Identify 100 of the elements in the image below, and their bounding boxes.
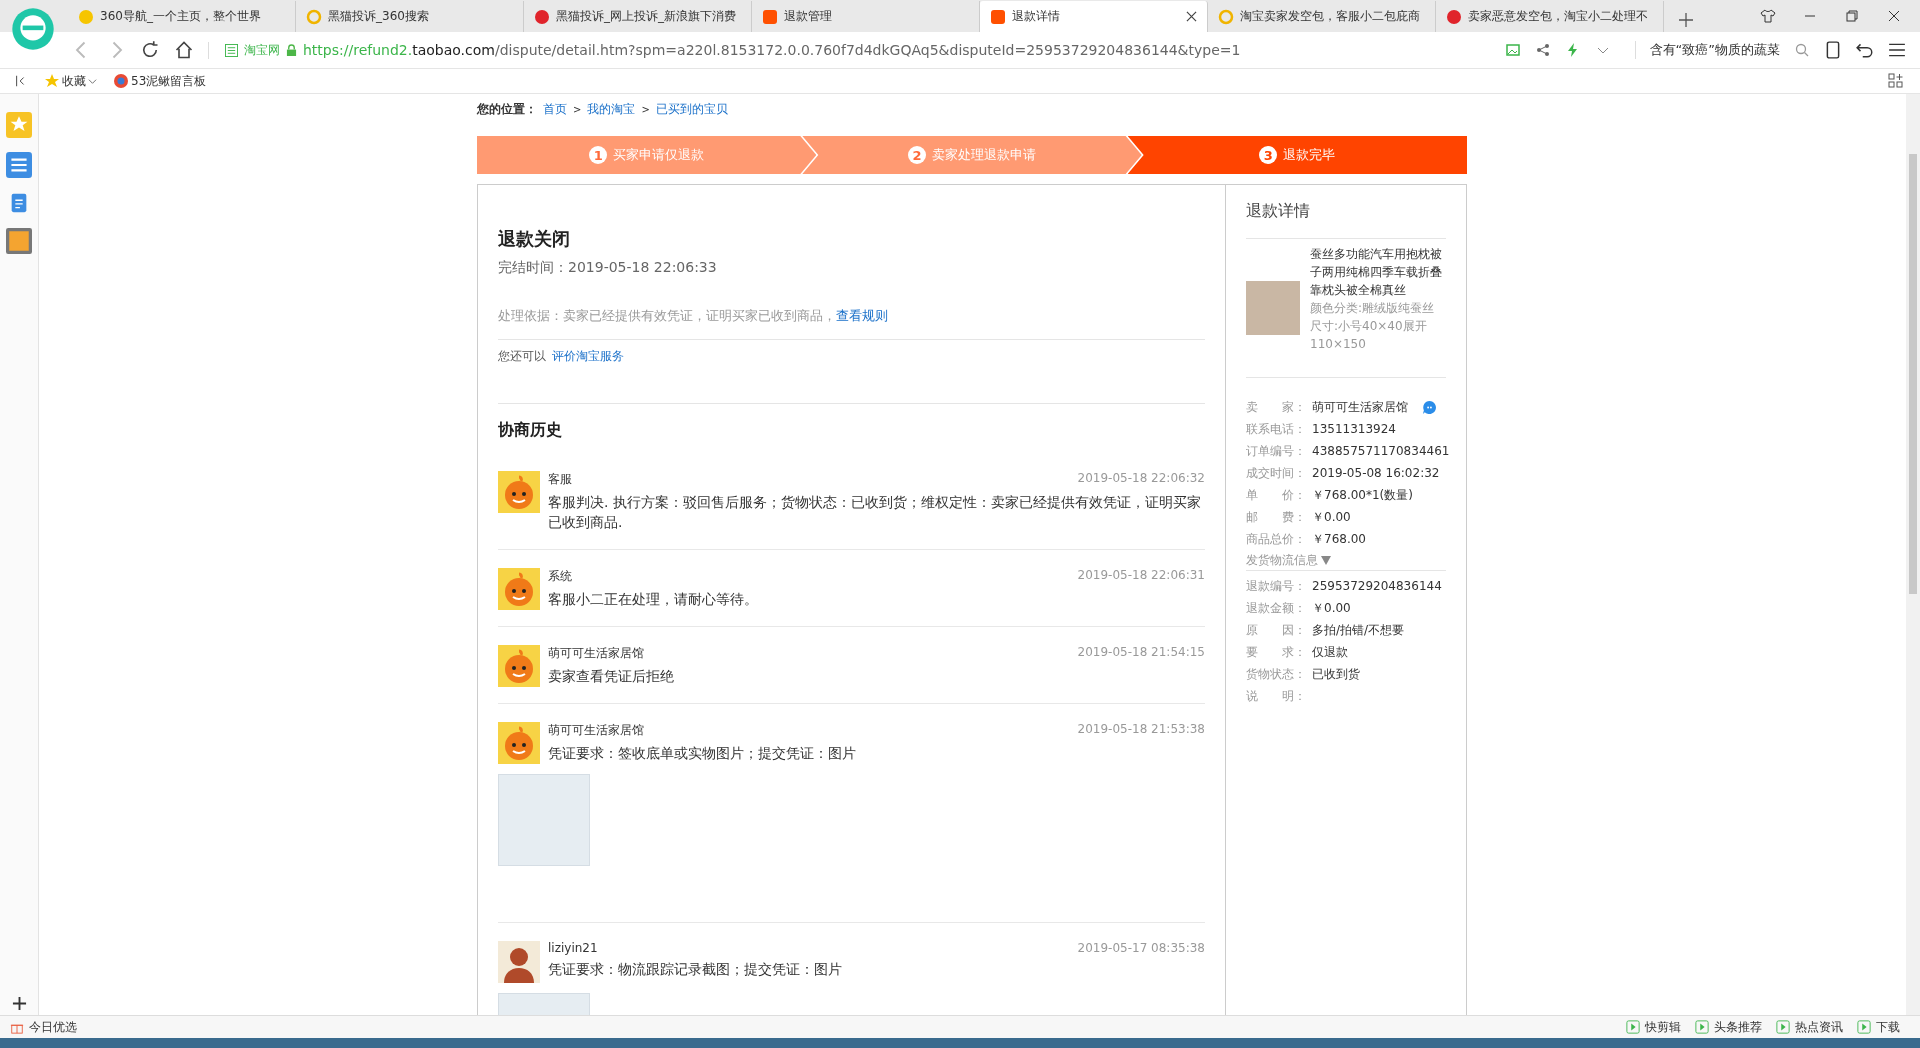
book-icon[interactable] (6, 228, 32, 254)
mascot-avatar (498, 471, 540, 513)
triangle-down-icon[interactable] (1321, 555, 1331, 565)
message-text: 凭证要求：物流跟踪记录截图；提交凭证：图片 (548, 959, 843, 979)
status-bar-item[interactable]: 头条推荐 (1695, 1018, 1762, 1036)
field-value: 仅退款 (1312, 643, 1348, 661)
chat-icon[interactable] (1422, 399, 1437, 415)
browser-tab[interactable]: 黑猫投诉_360搜索 (296, 1, 524, 32)
menu-icon[interactable] (1888, 41, 1906, 59)
share-icon[interactable] (1534, 42, 1551, 58)
breadcrumb-separator: > (573, 103, 582, 115)
bookmark-item[interactable]: 53泥鳅留言板 (113, 72, 207, 90)
message-text: 客服小二正在处理，请耐心等待。 (548, 589, 759, 609)
mascot-avatar (498, 567, 540, 610)
search-suggestion[interactable]: 含有“致癌”物质的蔬菜 (1634, 41, 1780, 59)
browser-tab[interactable]: 360导航_一个主页，整个世界 (68, 1, 296, 32)
progress-step: 2 卖家处理退款申请 (802, 136, 1142, 174)
field-label: 成交时间： (1246, 464, 1307, 482)
message-time: 2019-05-18 21:54:15 (1077, 644, 1205, 661)
rate-service-link[interactable]: 评价淘宝服务 (552, 348, 624, 365)
field-value: 13511313924 (1312, 422, 1396, 436)
product-spec: 尺寸:小号40×40展开110×150 (1310, 318, 1428, 353)
breadcrumb-link[interactable]: 已买到的宝贝 (655, 100, 728, 118)
undo-icon[interactable] (1856, 41, 1874, 59)
status-bar-item[interactable]: 热点资讯 (1776, 1018, 1843, 1036)
restore-icon[interactable] (1844, 8, 1860, 24)
search-icon[interactable] (1794, 42, 1810, 58)
field-label: 原 因： (1246, 621, 1307, 639)
breadcrumb-label: 您的位置： (477, 100, 537, 118)
message-time: 2019-05-17 08:35:38 (1077, 940, 1205, 955)
play-icon (1626, 1020, 1640, 1034)
field-value: 已收到货 (1312, 665, 1360, 683)
author-name: liziyin21 (548, 940, 598, 955)
scrollbar-thumb[interactable] (1909, 154, 1917, 594)
apps-icon[interactable] (1888, 73, 1904, 89)
message-time: 2019-05-18 21:53:38 (1077, 721, 1205, 738)
breadcrumb-link[interactable]: 首页 (543, 100, 567, 118)
home-icon[interactable] (174, 40, 194, 60)
site-name-label: 淘宝网 (244, 41, 280, 59)
list-icon[interactable] (6, 152, 32, 178)
site-icon (1446, 8, 1462, 25)
field-value: ￥0.00 (1312, 508, 1351, 526)
processing-basis: 处理依据：卖家已经提供有效凭证，证明买家已收到商品，查看规则 (498, 307, 1205, 340)
field-value: ￥768.00*1(数量) (1312, 486, 1413, 504)
field-value: 萌可可生活家居馆 (1312, 398, 1408, 416)
progress-step: 1 买家申请仅退款 (477, 136, 817, 174)
play-icon (1857, 1020, 1871, 1034)
author-name: 萌可可生活家居馆 (548, 644, 644, 662)
author-name: 系统 (548, 567, 572, 585)
field-label: 说 明： (1246, 687, 1307, 705)
message-time: 2019-05-18 22:06:31 (1077, 567, 1205, 584)
close-icon[interactable] (1186, 11, 1197, 22)
message-time: 2019-05-18 22:06:32 (1077, 471, 1205, 487)
field-label: 要 求： (1246, 643, 1307, 661)
mascot-avatar (498, 644, 540, 687)
site-icon (762, 8, 778, 25)
author-name: 客服 (548, 471, 572, 488)
status-bar-item[interactable]: 今日优选 (10, 1018, 77, 1036)
message-text: 客服判决. 执行方案：驳回售后服务；货物状态：已收到货；维权定性：卖家已经提供有效凭证，证明买家已收到商品. (548, 493, 1202, 533)
message-text: 卖家查看凭证后拒绝 (548, 666, 675, 686)
field-value: 25953729204836144 (1312, 579, 1442, 593)
browser-tab[interactable]: 退款详情 (980, 1, 1208, 32)
lock-icon (286, 43, 297, 57)
field-value: ￥0.00 (1312, 599, 1351, 617)
field-value: ￥768.00 (1312, 530, 1366, 548)
close-icon[interactable] (1886, 8, 1902, 24)
tablet-icon[interactable] (1824, 41, 1842, 59)
site-icon (1218, 8, 1234, 25)
browser-tab[interactable]: 卖家恶意发空包，淘宝小二处理不 (1436, 1, 1664, 32)
play-icon (1776, 1020, 1790, 1034)
field-label: 联系电话： (1246, 420, 1307, 438)
address-field[interactable]: 淘宝网 https://refund2.taobao.com/dispute/detail.htm?spm=a220l.8153172.0.0.760f7d4dkGQAq5&disputeId=25953729204836144&type=1 (208, 41, 1491, 59)
browser-logo-icon[interactable] (10, 6, 56, 52)
chevron-down-icon (88, 76, 97, 86)
site-icon (306, 8, 322, 25)
field-label: 商品总价： (1246, 530, 1307, 548)
breadcrumb-link[interactable]: 我的淘宝 (587, 100, 636, 118)
shirt-icon[interactable] (1760, 8, 1776, 24)
message-text: 凭证要求：签收底单或实物图片；提交凭证：图片 (548, 743, 857, 763)
product-spec: 颜色分类:雕绒版纯蚕丝 (1310, 300, 1436, 317)
field-value: 多拍/拍错/不想要 (1312, 621, 1405, 639)
reload-icon[interactable] (140, 40, 160, 60)
author-name: 萌可可生活家居馆 (548, 721, 644, 739)
field-label: 退款金额： (1246, 599, 1307, 617)
mascot-avatar (498, 721, 540, 764)
add-icon[interactable] (11, 996, 27, 1011)
browser-tab[interactable]: 淘宝卖家发空包，客服小二包庇商 (1208, 1, 1436, 32)
status-bar-item[interactable]: 快剪辑 (1626, 1018, 1681, 1036)
star-icon (44, 73, 60, 89)
field-label: 邮 费： (1246, 508, 1307, 526)
play-icon (1695, 1020, 1709, 1034)
view-rules-link[interactable]: 查看规则 (836, 308, 888, 323)
product-name[interactable]: 蚕丝多功能汽车用抱枕被子两用纯棉四季车载折叠靠枕头被全棉真丝 (1310, 245, 1446, 299)
browser-tab[interactable]: 黑猫投诉_网上投诉_新浪旗下消费 (524, 1, 752, 32)
field-value: 2019-05-08 16:02:32 (1312, 466, 1440, 480)
field-label: 货物状态： (1246, 665, 1307, 683)
image-icon[interactable] (1504, 42, 1521, 58)
order-number-link[interactable]: 438857571170834461 (1312, 444, 1450, 458)
bookmark-item[interactable]: 收藏 (44, 72, 97, 90)
status-bar-item[interactable]: 下载 (1857, 1018, 1900, 1036)
